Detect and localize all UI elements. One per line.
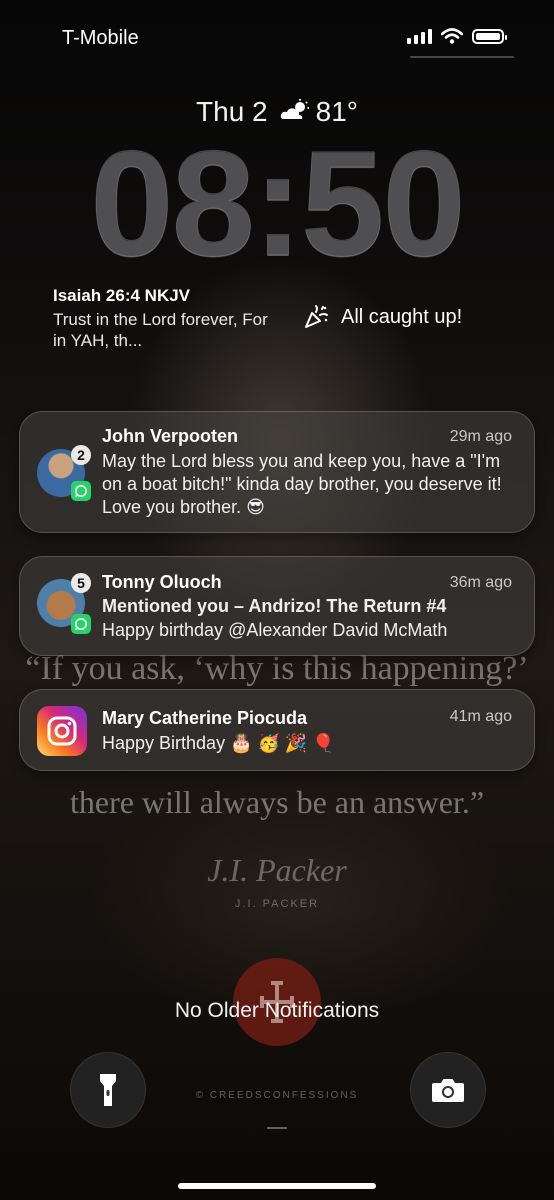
camera-icon [432,1079,464,1102]
wifi-icon [441,28,463,44]
verse-title: Isaiah 26:4 NKJV [53,286,191,305]
verse-text: Trust in the Lord forever, For in YAH, t… [53,310,268,350]
bible-verse-widget[interactable]: Isaiah 26:4 NKJV Trust in the Lord forev… [53,286,273,351]
camera-button[interactable] [410,1052,486,1128]
notification-body: Happy birthday @Alexander David McMath [102,620,448,640]
caught-up-label: All caught up! [341,305,463,328]
notification-sender: John Verpooten [102,426,239,446]
caught-up-widget[interactable]: All caught up! [303,304,462,330]
message-count-badge: 5 [71,573,91,593]
notification-time: 29m ago [449,428,512,445]
instagram-icon [37,706,87,756]
lock-clock[interactable]: 08:50 [0,128,554,279]
notification-time: 41m ago [449,708,512,725]
whatsapp-icon [71,481,91,501]
battery-icon [472,28,507,44]
wallpaper-signature: J.I. Packer [207,852,347,888]
status-icons [407,28,507,44]
page-indicator-dash [267,1127,287,1129]
notification-sender: Tonny Oluoch [102,572,222,592]
party-popper-icon [305,305,328,328]
notification-mary-catherine-piocuda[interactable]: Mary Catherine Piocuda 41m ago Happy Bir… [19,689,535,771]
notification-john-verpooten[interactable]: 2 John Verpooten 29m ago May the Lord bl… [19,411,535,541]
wallpaper-quote-line3: there will always be an answer.” [69,784,485,820]
no-older-notifications-label: No Older Notifications [174,999,380,1022]
flashlight-icon [100,1074,116,1106]
home-indicator[interactable] [178,1183,376,1189]
cellular-signal-icon [407,28,432,44]
wallpaper-author: J.I. PACKER [234,898,320,910]
notification-body: Happy Birthday 🎂 🥳 🎉 🎈 [102,733,335,753]
notification-time: 36m ago [449,574,512,591]
notification-sender: Mary Catherine Piocuda [102,708,308,728]
notification-tonny-oluoch[interactable]: 5 Tonny Oluoch 36m ago Mentioned you – A… [19,556,535,664]
flashlight-button[interactable] [70,1052,146,1128]
whatsapp-icon [71,614,91,634]
notification-subtitle: Mentioned you – Andrizo! The Return #4 [102,596,447,616]
status-indicator-line [410,56,514,58]
message-count-badge: 2 [71,445,91,465]
carrier-label: T-Mobile [62,27,139,49]
notification-body: May the Lord bless you and keep you, hav… [102,451,502,517]
